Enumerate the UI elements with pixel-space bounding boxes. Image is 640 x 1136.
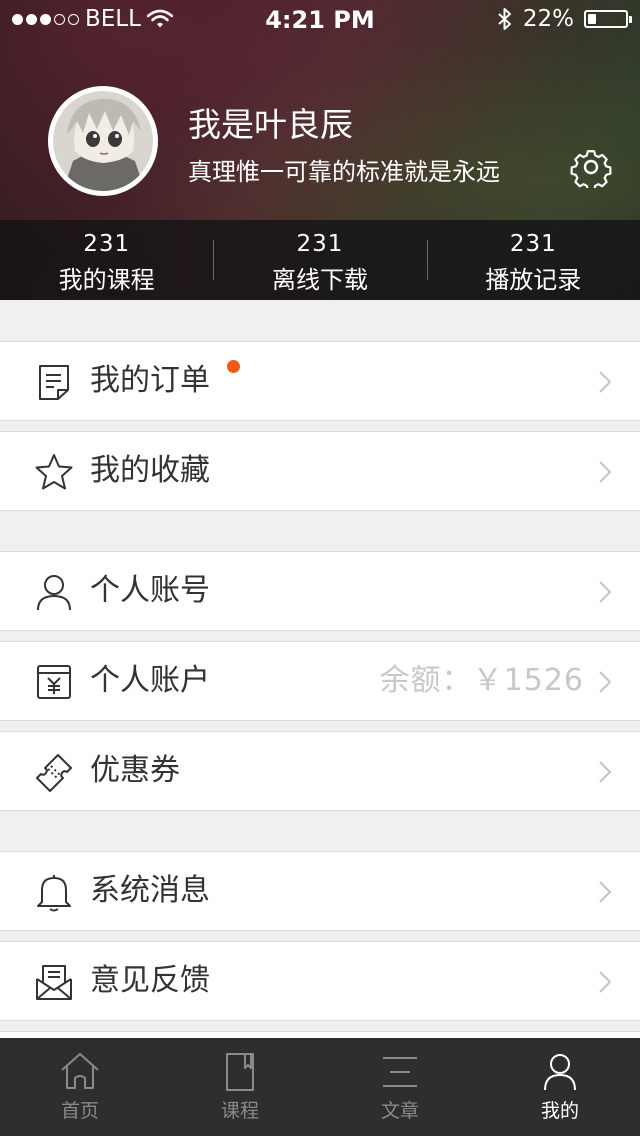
wallet-icon — [37, 665, 71, 699]
menu-label: 优惠券 — [90, 753, 180, 788]
stat-count: 231 — [83, 231, 131, 257]
menu-label: 我的订单 — [90, 363, 210, 398]
stat-offline-downloads[interactable]: 231 离线下载 — [213, 220, 426, 300]
chevron-right-icon — [599, 761, 612, 783]
stat-label: 离线下载 — [271, 266, 368, 294]
menu-item-favorites[interactable]: 我的收藏 — [0, 431, 640, 511]
bell-icon — [37, 875, 71, 912]
menu-item-account[interactable]: 个人账号 — [0, 551, 640, 631]
menu-item-orders[interactable]: 我的订单 — [0, 341, 640, 421]
tab-label: 课程 — [220, 1100, 259, 1122]
avatar-image — [53, 91, 153, 191]
menu-item-wallet[interactable]: 个人账户 余额：￥1526 — [0, 641, 640, 721]
stat-count: 231 — [509, 231, 557, 257]
menu-label: 系统消息 — [90, 873, 210, 908]
menu-item-messages[interactable]: 系统消息 — [0, 851, 640, 931]
profile-header: BELL 4:21 PM 22% 我是叶良辰 真理惟一可靠的标准就是永远 231… — [0, 0, 640, 300]
status-bar: BELL 4:21 PM 22% — [0, 0, 640, 40]
battery-fill — [588, 14, 596, 24]
coupon-icon — [36, 754, 72, 792]
gear-icon[interactable] — [570, 146, 612, 188]
profile-motto: 真理惟一可靠的标准就是永远 — [188, 158, 500, 186]
stat-play-history[interactable]: 231 播放记录 — [426, 220, 640, 300]
tab-label: 首页 — [60, 1100, 99, 1122]
chevron-right-icon — [599, 971, 612, 993]
home-icon — [61, 1053, 99, 1089]
tab-label: 文章 — [380, 1100, 419, 1122]
balance-value: 余额：￥1526 — [379, 663, 584, 698]
tab-articles[interactable]: 文章 — [320, 1038, 480, 1136]
profile-icon — [544, 1054, 576, 1091]
chevron-right-icon — [599, 461, 612, 483]
menu-label: 个人账号 — [90, 573, 210, 608]
article-icon — [383, 1057, 417, 1087]
envelope-icon — [36, 965, 72, 1000]
star-icon — [35, 454, 73, 490]
tab-home[interactable]: 首页 — [0, 1038, 160, 1136]
battery-percent: 22% — [522, 6, 574, 32]
bluetooth-icon — [498, 8, 511, 30]
stat-count: 231 — [296, 231, 344, 257]
chevron-right-icon — [599, 881, 612, 903]
battery-icon — [584, 10, 632, 28]
stat-my-courses[interactable]: 231 我的课程 — [0, 220, 213, 300]
menu-label: 意见反馈 — [90, 963, 210, 998]
stats-bar: 231 我的课程 231 离线下载 231 播放记录 — [0, 220, 640, 300]
avatar[interactable] — [48, 86, 158, 196]
menu-item-feedback[interactable]: 意见反馈 — [0, 941, 640, 1021]
stat-label: 我的课程 — [58, 266, 155, 294]
tab-bar: 首页 课程 文章 我的 — [0, 1038, 640, 1136]
tab-mine[interactable]: 我的 — [480, 1038, 640, 1136]
chevron-right-icon — [599, 671, 612, 693]
chevron-right-icon — [599, 581, 612, 603]
order-icon — [39, 365, 69, 400]
menu-label: 个人账户 — [90, 663, 210, 698]
menu-item-coupons[interactable]: 优惠券 — [0, 731, 640, 811]
profile-name: 我是叶良辰 — [188, 105, 353, 144]
book-icon — [226, 1053, 254, 1091]
status-right: 22% — [497, 6, 632, 32]
user-icon — [37, 575, 71, 611]
tab-courses[interactable]: 课程 — [160, 1038, 320, 1136]
tab-label: 我的 — [540, 1100, 579, 1122]
stat-label: 播放记录 — [485, 266, 582, 294]
menu-label: 我的收藏 — [90, 453, 210, 488]
chevron-right-icon — [599, 371, 612, 393]
notification-dot — [227, 360, 240, 373]
